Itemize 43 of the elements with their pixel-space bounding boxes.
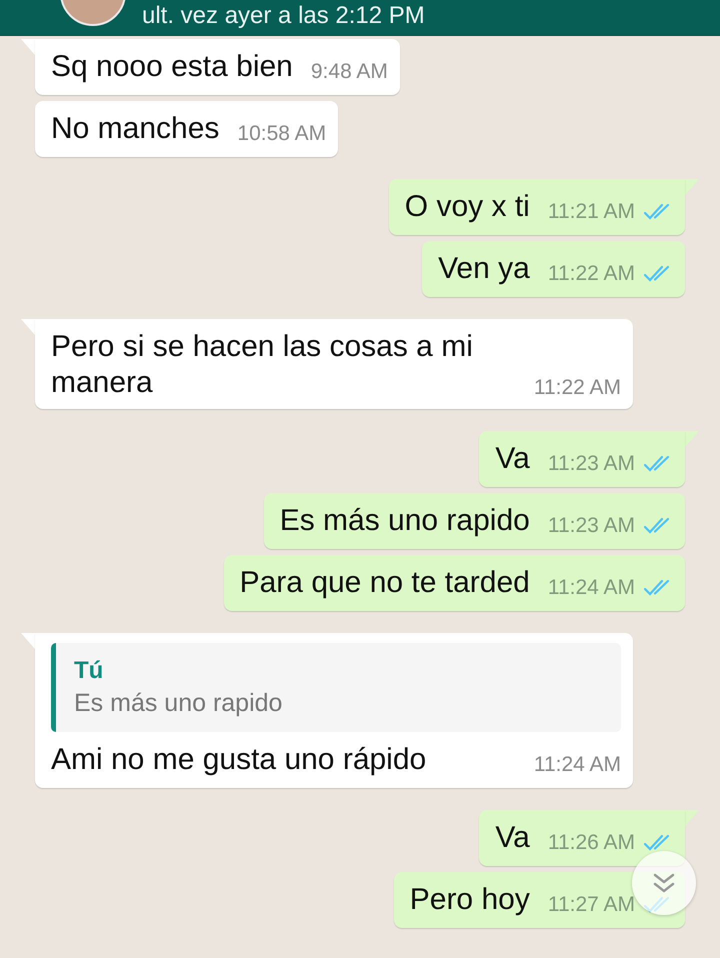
last-seen-status: ult. vez ayer a las 2:12 PM <box>142 2 425 30</box>
message-text: Pero hoy <box>410 882 530 918</box>
message-text: O voy x ti <box>404 189 530 225</box>
message-time: 11:23 AM <box>548 513 635 539</box>
sent-message[interactable]: O voy x ti 11:21 AM <box>388 179 685 235</box>
quote-author: Tú <box>74 657 104 685</box>
message-text: Va <box>495 441 530 477</box>
sent-message[interactable]: Va 11:26 AM <box>479 810 685 866</box>
sent-message[interactable]: Es más uno rapido 11:23 AM <box>264 493 685 549</box>
message-text: Pero si se hacen las cosas a mi manera <box>51 329 474 401</box>
received-message[interactable]: No manches 10:58 AM <box>35 101 338 157</box>
received-message[interactable]: Tú Es más uno rapido Ami no me gusta uno rápido 11:24 AM <box>35 633 633 788</box>
bubble-tail <box>685 179 699 195</box>
quote-text: Es más uno rapido <box>74 689 284 718</box>
bubble-tail <box>21 319 35 335</box>
bubble-tail <box>21 633 35 649</box>
quoted-message[interactable]: Tú Es más uno rapido <box>51 643 621 732</box>
message-time: 11:26 AM <box>548 830 635 856</box>
message-time: 11:27 AM <box>548 892 635 918</box>
received-message[interactable]: Pero si se hacen las cosas a mi manera 11:22 AM <box>35 319 633 409</box>
bubble-tail <box>685 431 699 447</box>
double-chevron-down-icon <box>651 871 677 895</box>
message-time: 11:22 AM <box>534 375 621 401</box>
message-text: Ami no me gusta uno rápido <box>51 742 426 778</box>
message-time: 9:48 AM <box>310 59 388 85</box>
message-time: 11:24 AM <box>534 752 621 778</box>
sent-message[interactable]: Para que no te tarded 11:24 AM <box>224 555 685 611</box>
message-text: Para que no te tarded <box>240 565 530 601</box>
message-text: Sq nooo esta bien <box>51 49 293 85</box>
message-text: No manches <box>51 111 220 147</box>
message-text: Es más uno rapido <box>280 503 530 539</box>
message-time: 11:23 AM <box>548 451 635 477</box>
sent-message[interactable]: Va 11:23 AM <box>479 431 685 487</box>
message-time: 10:58 AM <box>237 121 326 147</box>
bubble-tail <box>21 39 35 55</box>
message-time: 11:21 AM <box>548 199 635 225</box>
received-message[interactable]: Sq nooo esta bien 9:48 AM <box>35 39 400 95</box>
message-text: Va <box>495 820 530 856</box>
bubble-tail <box>685 810 699 826</box>
message-time: 11:24 AM <box>548 575 635 601</box>
message-time: 11:22 AM <box>548 261 635 287</box>
sent-message[interactable]: Ven ya 11:22 AM <box>422 241 685 297</box>
message-text: Ven ya <box>438 251 530 287</box>
